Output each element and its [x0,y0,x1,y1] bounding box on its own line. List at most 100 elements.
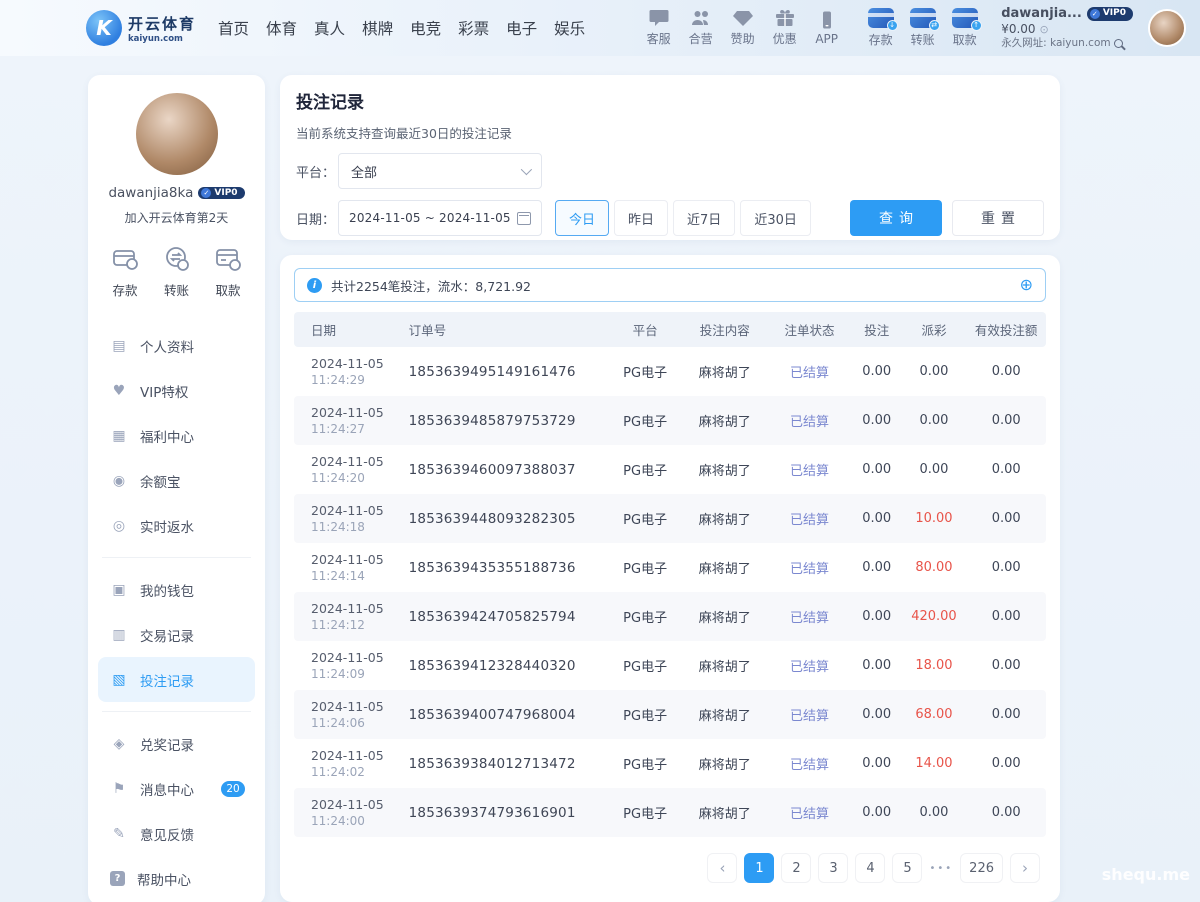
sidebar-menu-item[interactable]: ✎ 意见反馈 [88,811,265,856]
date-range-input[interactable]: 2024-11-05 ~ 2024-11-05 [338,200,542,236]
nav-item[interactable]: 彩票 [458,17,489,39]
quick-date-buttons: 今日 昨日 近7日 近30日 [555,200,811,236]
col-header-content: 投注内容 [682,320,767,339]
row-status: 已结算 [767,705,852,724]
sidebar-menu-item[interactable]: ⚑ 消息中心 20 [88,766,265,811]
chat-icon [649,9,669,27]
sidebar-menu-item[interactable]: ▧ 投注记录 [98,657,255,702]
sidebar-menu-item[interactable]: ? 帮助中心 [88,856,265,901]
nav-item[interactable]: 娱乐 [554,17,585,39]
date-label: 日期： [296,209,338,228]
unread-count-badge: 20 [221,781,245,797]
sidebar-menu-item[interactable]: ▤ 个人资料 [88,323,265,368]
col-header-order: 订单号 [409,320,608,339]
expand-plus-icon[interactable]: ⊕ [1020,277,1033,293]
sidebar-menu-item[interactable]: ♥ VIP特权 [88,368,265,413]
row-bet-amount: 0.00 [852,805,902,820]
row-date: 2024-11-05 [311,552,409,567]
nav-item[interactable]: 电子 [506,17,537,39]
row-platform: PG电子 [608,460,683,479]
sidebar-menu-item[interactable]: ▦ 福利中心 [88,413,265,458]
row-payout: 0.00 [902,805,967,820]
page-number-button[interactable]: 5 [892,853,922,883]
sponsor-button[interactable]: 赞助 [725,9,760,47]
nav-item[interactable]: 真人 [314,17,345,39]
row-time: 11:24:00 [311,814,409,828]
next-page-button[interactable]: › [1010,853,1040,883]
main-nav: 首页体育真人棋牌电竞彩票电子娱乐 [218,17,585,39]
partnership-button[interactable]: 合营 [683,9,718,47]
site-logo[interactable]: K 开云体育 kaiyun.com [86,10,196,46]
permanent-url: 永久网址: kaiyun.com [1001,37,1110,50]
deposit-button[interactable]: ↓ 存款 [863,8,898,48]
username[interactable]: dawanjia... [1001,6,1082,22]
prev-page-button[interactable]: ‹ [707,853,737,883]
sidebar-menu-item[interactable]: ▣ 我的钱包 [88,567,265,612]
menu-item-icon: ⚑ [110,781,128,797]
refresh-balance-icon[interactable]: ⊙ [1040,23,1049,37]
sidebar-transfer-button[interactable]: 转账 [162,244,192,299]
app-download-button[interactable]: APP [809,11,844,46]
info-icon: i [307,278,322,293]
pagination-ellipsis[interactable]: ••• [929,863,953,874]
sidebar-menu-item[interactable]: ▥ 交易记录 [88,612,265,657]
row-order-number: 1853639448093282305 [409,511,608,527]
menu-item-icon: ▤ [110,338,128,354]
sidebar-withdraw-button[interactable]: 取款 [213,244,243,299]
page-number-button[interactable]: 4 [855,853,885,883]
transfer-button[interactable]: ⇄ 转账 [905,8,940,48]
menu-item-icon: ♥ [110,383,128,399]
withdraw-button[interactable]: ↑ 取款 [947,8,982,48]
row-bet-content: 麻将胡了 [682,705,767,724]
page-number-button[interactable]: 2 [781,853,811,883]
customer-service-button[interactable]: 客服 [641,9,676,47]
page-number-button[interactable]: 3 [818,853,848,883]
deposit-card-icon: ↓ [868,8,894,28]
last-page-button[interactable]: 226 [960,853,1003,883]
sidebar-menu-item[interactable]: ◎ 实时返水 [88,503,265,548]
query-button[interactable]: 查询 [850,200,942,236]
quick-date-button[interactable]: 近30日 [740,200,811,236]
user-info: dawanjia... ✓VIP0 ¥0.00 ⊙ 永久网址: kaiyun.c… [1001,6,1133,50]
quick-date-button[interactable]: 昨日 [614,200,668,236]
row-payout: 10.00 [902,511,967,526]
row-status: 已结算 [767,509,852,528]
profile-vip-badge: ✓VIP0 [198,187,244,199]
row-platform: PG电子 [608,656,683,675]
row-payout: 0.00 [902,413,967,428]
row-date: 2024-11-05 [311,356,409,371]
phone-icon [817,11,837,29]
row-time: 11:24:06 [311,716,409,730]
nav-item[interactable]: 棋牌 [362,17,393,39]
row-valid-amount: 0.00 [966,364,1046,379]
sidebar-menu-item[interactable]: ◈ 兑奖记录 [88,721,265,766]
row-bet-amount: 0.00 [852,658,902,673]
row-platform: PG电子 [608,754,683,773]
menu-item-icon: ▣ [110,582,128,598]
profile-avatar[interactable] [136,93,218,175]
row-time: 11:24:20 [311,471,409,485]
row-time: 11:24:14 [311,569,409,583]
search-icon[interactable] [1114,39,1123,48]
platform-select[interactable]: 全部 [338,153,542,189]
nav-item[interactable]: 电竞 [410,17,441,39]
quick-date-button[interactable]: 近7日 [673,200,735,236]
row-status: 已结算 [767,656,852,675]
row-date: 2024-11-05 [311,699,409,714]
sidebar-deposit-button[interactable]: 存款 [110,244,140,299]
row-bet-content: 麻将胡了 [682,754,767,773]
row-payout: 420.00 [902,609,967,624]
reset-button[interactable]: 重置 [952,200,1044,236]
row-platform: PG电子 [608,705,683,724]
row-bet-content: 麻将胡了 [682,607,767,626]
page-number-button[interactable]: 1 [744,853,774,883]
quick-date-button[interactable]: 今日 [555,200,609,236]
row-platform: PG电子 [608,558,683,577]
row-bet-content: 麻将胡了 [682,803,767,822]
nav-item[interactable]: 体育 [266,17,297,39]
nav-item[interactable]: 首页 [218,17,249,39]
promo-button[interactable]: 优惠 [767,9,802,47]
sidebar-menu-item[interactable]: ◉ 余额宝 [88,458,265,503]
menu-item-icon: ▥ [110,627,128,643]
avatar[interactable] [1148,9,1186,47]
